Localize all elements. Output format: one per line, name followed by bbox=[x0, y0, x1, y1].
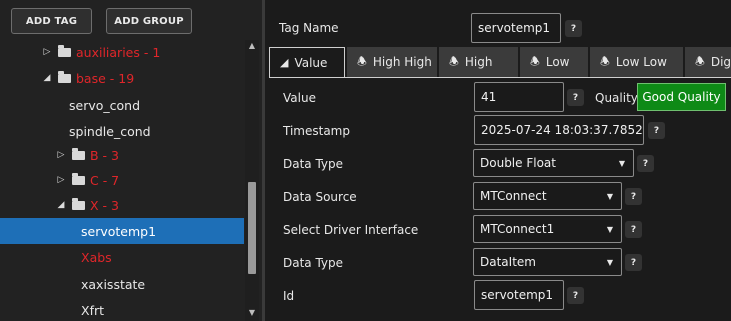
tab-label: Dig bbox=[710, 55, 731, 69]
tree-item-label: servo_cond bbox=[69, 97, 141, 113]
tree-item-spindle-cond[interactable]: spindle_cond bbox=[69, 118, 151, 144]
tab-label: High bbox=[464, 55, 493, 69]
tab-label: Low Low bbox=[615, 55, 667, 69]
folder-icon bbox=[72, 172, 85, 185]
tab-high[interactable]: 🕭 High bbox=[439, 47, 518, 77]
chevron-down-icon: ▼ bbox=[606, 192, 613, 201]
driver-interface-value: MTConnect1 bbox=[480, 222, 555, 236]
driver-interface-label: Select Driver Interface bbox=[283, 223, 419, 237]
tag-browser-panel: ADD TAG ADD GROUP ▷ auxiliaries - 1 ◢ ba… bbox=[0, 0, 262, 321]
tree-folder-x[interactable]: ◢ X - 3 bbox=[54, 192, 119, 218]
value-help-icon[interactable]: ? bbox=[567, 89, 584, 106]
folder-icon bbox=[58, 70, 71, 83]
expand-caret-icon[interactable]: ▷ bbox=[40, 47, 54, 57]
add-tag-button[interactable]: ADD TAG bbox=[11, 8, 92, 34]
driver-data-type-select[interactable]: DataItem ▼ bbox=[473, 248, 622, 276]
tree-item-xfrt[interactable]: Xfrt bbox=[81, 297, 104, 321]
id-input[interactable]: servotemp1 bbox=[474, 280, 564, 310]
tab-high-high[interactable]: 🕭 High High bbox=[347, 47, 437, 77]
tag-tabs: ◢ Value 🕭 High High 🕭 High 🕭 Low 🕭 Low L… bbox=[269, 47, 731, 77]
tree-item-label: xaxisstate bbox=[81, 276, 146, 292]
driver-interface-help-icon[interactable]: ? bbox=[625, 221, 642, 238]
folder-icon bbox=[72, 147, 85, 160]
bell-icon: 🕭 bbox=[695, 54, 705, 68]
tab-label: Value bbox=[294, 55, 328, 70]
tab-low-low[interactable]: 🕭 Low Low bbox=[590, 47, 683, 77]
tab-low[interactable]: 🕭 Low bbox=[520, 47, 588, 77]
data-type-label: Data Type bbox=[283, 157, 344, 171]
tree-folder-base[interactable]: ◢ base - 19 bbox=[40, 65, 134, 91]
expand-caret-icon[interactable]: ▷ bbox=[54, 175, 68, 185]
tree-item-xaxisstate[interactable]: xaxisstate bbox=[81, 271, 145, 297]
tree-folder-label: X - 3 bbox=[90, 197, 119, 213]
tree-folder-b[interactable]: ▷ B - 3 bbox=[54, 142, 119, 168]
driver-data-type-help-icon[interactable]: ? bbox=[625, 254, 642, 271]
chevron-down-icon: ▼ bbox=[618, 159, 625, 168]
bell-icon: 🕭 bbox=[600, 54, 610, 68]
data-source-label: Data Source bbox=[283, 190, 357, 204]
tree-scrollbar[interactable]: ▲ ▼ bbox=[245, 40, 259, 321]
chevron-down-icon: ▼ bbox=[606, 225, 613, 234]
id-help-icon[interactable]: ? bbox=[567, 287, 584, 304]
timestamp-label: Timestamp bbox=[283, 124, 350, 138]
data-type-select[interactable]: Double Float ▼ bbox=[473, 149, 634, 177]
bell-icon: 🕭 bbox=[530, 54, 540, 68]
data-source-value: MTConnect bbox=[480, 189, 547, 203]
bell-icon: 🕭 bbox=[357, 54, 367, 68]
value-label: Value bbox=[283, 91, 316, 105]
collapse-caret-icon[interactable]: ◢ bbox=[40, 73, 54, 83]
folder-icon bbox=[58, 44, 71, 57]
tab-label: High High bbox=[372, 55, 432, 69]
tag-name-help-icon[interactable]: ? bbox=[565, 20, 582, 37]
tree-folder-label: C - 7 bbox=[90, 172, 120, 188]
folder-icon bbox=[72, 197, 85, 210]
tag-tree: ▷ auxiliaries - 1 ◢ base - 19 servo_cond… bbox=[0, 40, 244, 321]
tree-item-label: Xabs bbox=[81, 249, 112, 265]
tree-folder-auxiliaries[interactable]: ▷ auxiliaries - 1 bbox=[40, 40, 160, 65]
tag-name-input[interactable]: servotemp1 bbox=[471, 13, 561, 43]
tree-item-servo-cond[interactable]: servo_cond bbox=[69, 92, 140, 118]
tree-item-xabs[interactable]: Xabs bbox=[81, 244, 112, 270]
data-source-select[interactable]: MTConnect ▼ bbox=[473, 182, 622, 210]
tree-item-label: servotemp1 bbox=[81, 223, 157, 239]
tree-folder-label: auxiliaries - 1 bbox=[76, 44, 161, 60]
add-group-button[interactable]: ADD GROUP bbox=[106, 8, 192, 34]
tab-digital[interactable]: 🕭 Dig bbox=[685, 47, 731, 77]
driver-data-type-value: DataItem bbox=[480, 255, 536, 269]
driver-interface-select[interactable]: MTConnect1 ▼ bbox=[473, 215, 622, 243]
scroll-up-icon[interactable]: ▲ bbox=[247, 41, 257, 50]
scrollbar-thumb[interactable] bbox=[248, 182, 256, 274]
tab-underline bbox=[269, 77, 731, 78]
data-source-help-icon[interactable]: ? bbox=[625, 188, 642, 205]
scroll-down-icon[interactable]: ▼ bbox=[247, 308, 257, 317]
driver-data-type-label: Data Type bbox=[283, 256, 344, 270]
collapse-caret-icon[interactable]: ◢ bbox=[54, 200, 68, 210]
tag-icon: ◢ bbox=[280, 56, 289, 69]
tab-value[interactable]: ◢ Value bbox=[269, 47, 345, 77]
timestamp-input[interactable]: 2025-07-24 18:03:37.7852650 bbox=[474, 115, 644, 145]
tree-folder-c[interactable]: ▷ C - 7 bbox=[54, 167, 119, 193]
value-input[interactable]: 41 bbox=[474, 82, 564, 112]
tag-name-label: Tag Name bbox=[279, 21, 339, 35]
bell-icon: 🕭 bbox=[449, 54, 459, 68]
data-type-help-icon[interactable]: ? bbox=[637, 155, 654, 172]
tree-folder-label: B - 3 bbox=[90, 147, 119, 163]
tree-folder-label: base - 19 bbox=[76, 70, 135, 86]
quality-badge: Good Quality bbox=[637, 83, 726, 111]
tree-item-servotemp1[interactable]: servotemp1 bbox=[0, 218, 244, 244]
quality-label: Quality bbox=[595, 91, 638, 105]
data-type-value: Double Float bbox=[480, 156, 556, 170]
tree-item-label: Xfrt bbox=[81, 302, 105, 318]
expand-caret-icon[interactable]: ▷ bbox=[54, 150, 68, 160]
tree-item-label: spindle_cond bbox=[69, 123, 151, 139]
tab-label: Low bbox=[545, 55, 570, 69]
id-label: Id bbox=[283, 289, 295, 303]
chevron-down-icon: ▼ bbox=[606, 258, 613, 267]
timestamp-help-icon[interactable]: ? bbox=[648, 122, 665, 139]
